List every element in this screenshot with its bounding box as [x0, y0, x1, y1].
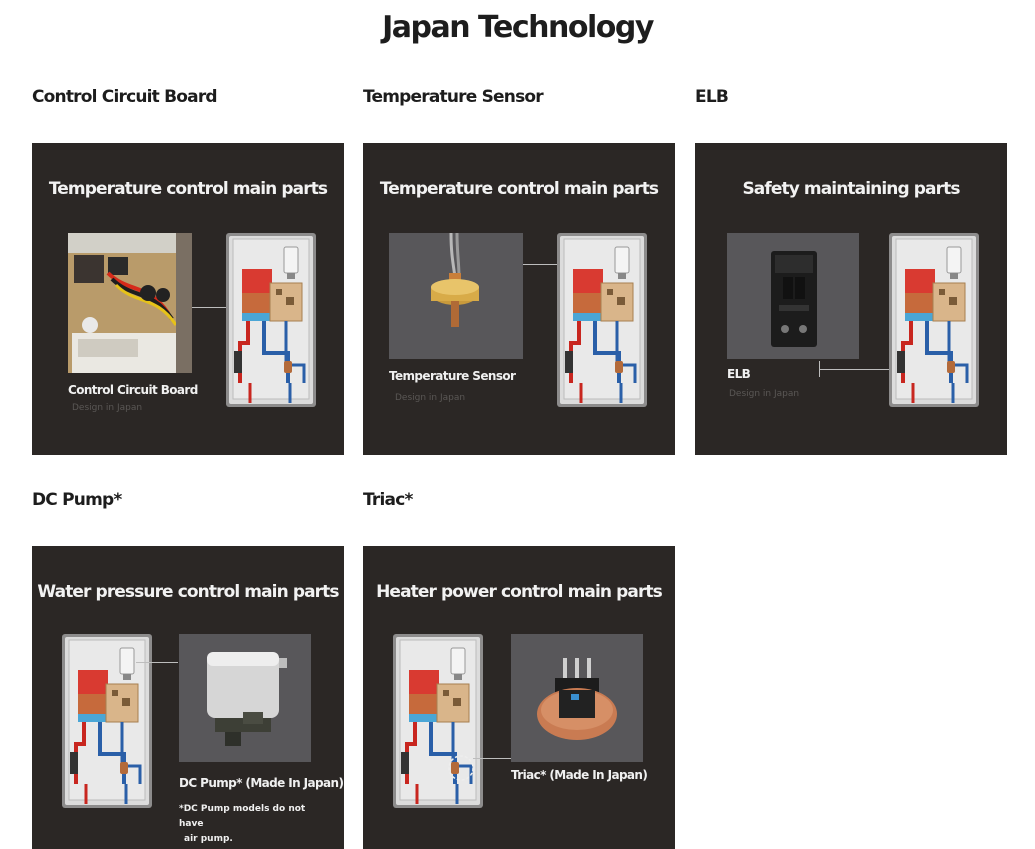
panel-title: Heater power control main parts	[376, 582, 663, 602]
panel-title: Water pressure control main parts	[37, 582, 339, 602]
sub-caption: Design in Japan	[729, 389, 800, 399]
panel: Temperature control main parts Control C…	[32, 143, 344, 455]
caption: ELB	[727, 367, 751, 381]
heater-diagram	[393, 634, 483, 808]
sub-caption: Design in Japan	[72, 403, 143, 413]
connector-tick	[819, 361, 820, 377]
heater-diagram	[226, 233, 316, 407]
page-title: Japan Technology	[382, 10, 654, 45]
card-heading: Control Circuit Board	[32, 87, 218, 107]
card-heading: Temperature Sensor	[363, 87, 544, 107]
footnote: *DC Pump models do not have air pump.	[179, 802, 319, 847]
heater-diagram	[557, 233, 647, 407]
caption: Control Circuit Board	[68, 383, 198, 397]
panel: Heater power control main parts Triac* (…	[363, 546, 675, 849]
footnote-line-2: air pump.	[184, 834, 233, 844]
heater-diagram	[62, 634, 152, 808]
panel-title: Safety maintaining parts	[742, 179, 960, 199]
panel-title: Temperature control main parts	[48, 179, 328, 199]
card-heading: ELB	[695, 87, 729, 107]
caption: Temperature Sensor	[389, 369, 516, 383]
circuit-board-photo	[68, 233, 192, 373]
connector-line	[819, 369, 899, 370]
caption: DC Pump* (Made In Japan)	[179, 776, 344, 790]
dc-pump-photo	[179, 634, 311, 762]
panel: Safety maintaining parts ELB Design in J…	[695, 143, 1007, 455]
heater-diagram	[889, 233, 979, 407]
card-heading: DC Pump*	[32, 490, 122, 510]
triac-photo	[511, 634, 643, 762]
footnote-line-1: *DC Pump models do not have	[179, 804, 306, 829]
elb-photo	[727, 233, 859, 359]
temperature-sensor-photo	[389, 233, 523, 359]
sub-caption: Design in Japan	[395, 393, 466, 403]
panel-title: Temperature control main parts	[379, 179, 659, 199]
card-heading: Triac*	[363, 490, 413, 510]
connector-line	[136, 662, 178, 663]
connector-line	[473, 758, 511, 759]
caption: Triac* (Made In Japan)	[511, 768, 648, 782]
panel: Temperature control main parts Temperatu…	[363, 143, 675, 455]
panel: Water pressure control main parts DC Pum…	[32, 546, 344, 849]
